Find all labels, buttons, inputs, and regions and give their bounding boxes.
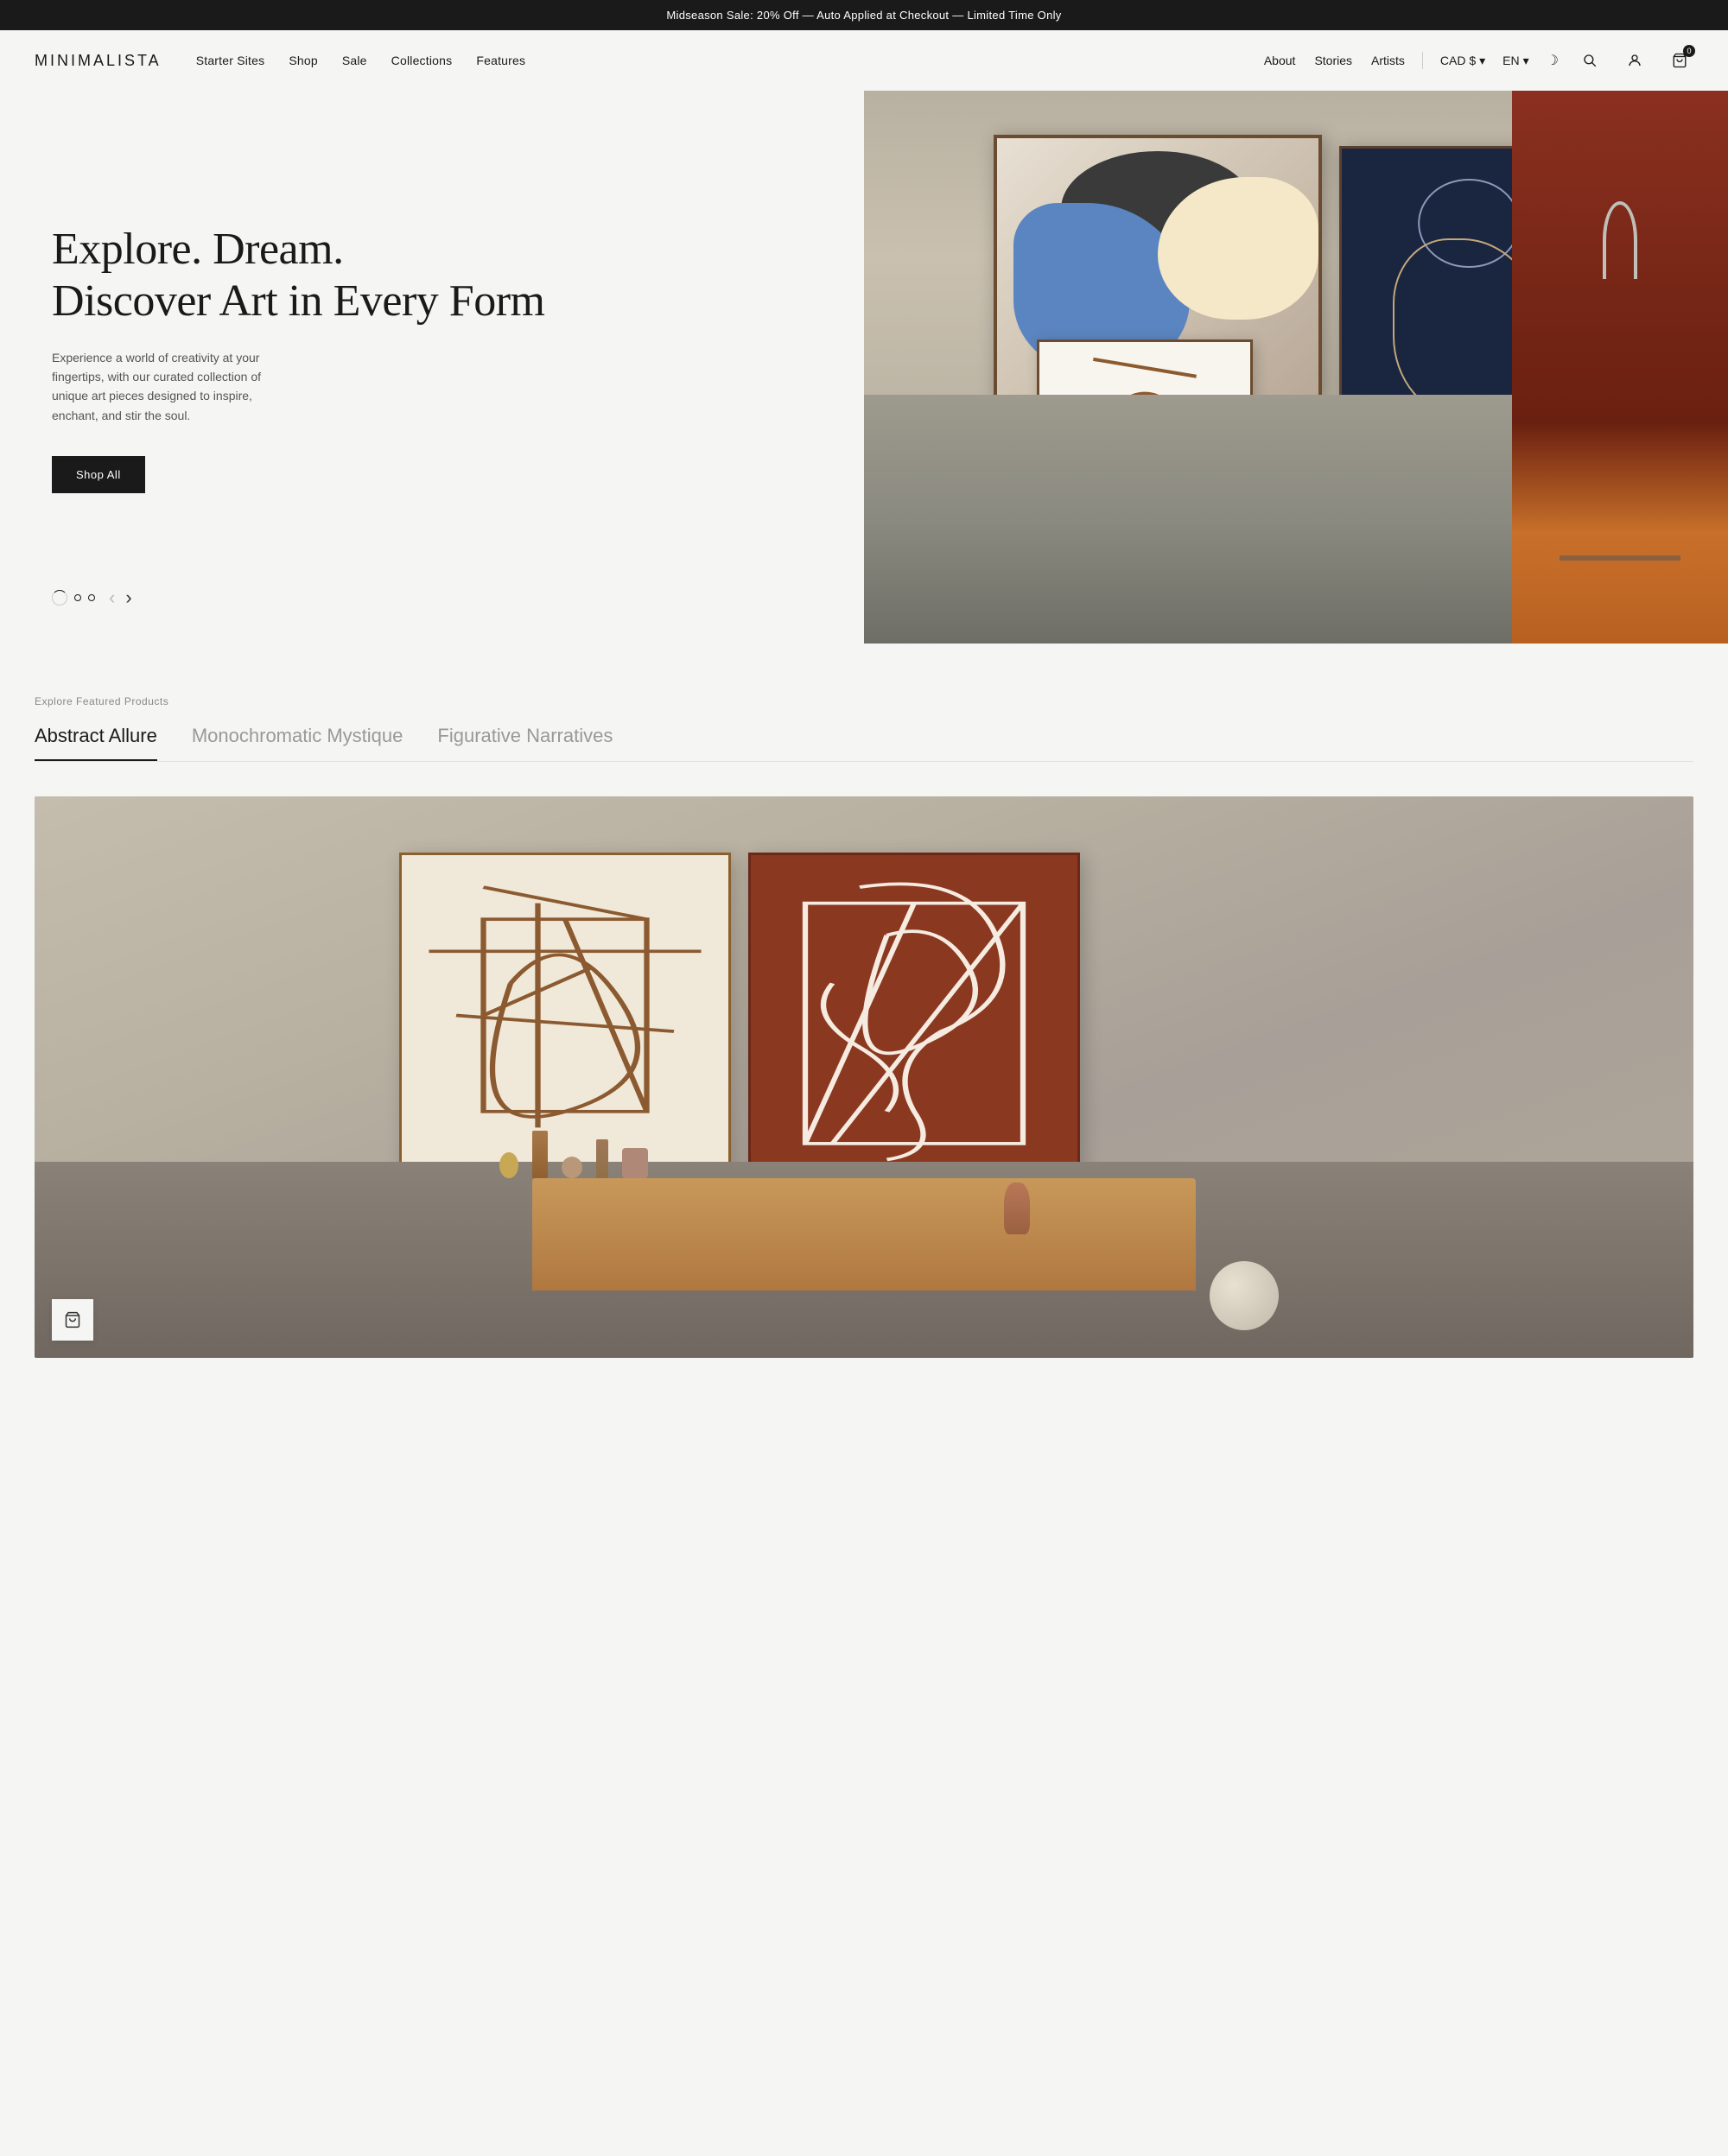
search-button[interactable] [1576,47,1604,74]
language-selector[interactable]: EN ▾ [1502,54,1528,68]
user-icon [1627,53,1642,68]
moon-icon: ☽ [1547,54,1559,68]
dark-mode-button[interactable]: ☽ [1547,52,1559,69]
nav-sale[interactable]: Sale [342,54,367,67]
slide-loader [52,590,67,606]
products-section: Explore Featured Products Abstract Allur… [0,644,1728,1410]
nav-collections[interactable]: Collections [391,54,453,67]
hero-image [864,91,1728,644]
hero-arrows: ‹ › [109,587,132,609]
cart-count: 0 [1683,45,1695,57]
currency-chevron-icon: ▾ [1479,54,1485,68]
slide-dot-2[interactable] [88,594,95,601]
display-objects [499,1131,648,1178]
secondary-nav: About Stories Artists [1264,54,1405,67]
header-right: About Stories Artists CAD $ ▾ EN ▾ ☽ [1264,47,1693,74]
next-slide-button[interactable]: › [125,587,131,609]
search-icon [1582,53,1598,68]
nav-about[interactable]: About [1264,54,1296,67]
section-label: Explore Featured Products [35,695,1693,707]
nav-features[interactable]: Features [476,54,525,67]
logo[interactable]: MINIMALISTA [35,52,162,70]
account-button[interactable] [1621,47,1649,74]
chevron-right-icon: › [125,587,131,609]
cart-corner-button[interactable] [52,1299,93,1341]
hero-title: Explore. Dream. Discover Art in Every Fo… [52,224,812,327]
hero-subtitle: Experience a world of creativity at your… [52,348,294,426]
announcement-text: Midseason Sale: 20% Off — Auto Applied a… [666,9,1061,22]
tab-abstract-allure[interactable]: Abstract Allure [35,725,157,761]
tab-figurative-narratives[interactable]: Figurative Narratives [437,725,613,761]
lang-chevron-icon: ▾ [1523,54,1529,68]
nav-stories[interactable]: Stories [1314,54,1352,67]
cart-button[interactable]: 0 [1666,47,1693,74]
language-label: EN [1502,54,1519,67]
nav-starter-sites[interactable]: Starter Sites [196,54,265,67]
featured-collection-image [35,796,1693,1358]
collection-tabs: Abstract Allure Monochromatic Mystique F… [35,725,1693,762]
hero-dots [52,590,95,606]
nav-shop[interactable]: Shop [289,54,318,67]
prev-slide-button[interactable]: ‹ [109,587,115,609]
slide-dot-1[interactable] [74,594,81,601]
hero-content: Explore. Dream. Discover Art in Every Fo… [0,91,864,644]
shop-all-button[interactable]: Shop All [52,456,145,493]
header-left: MINIMALISTA Starter Sites Shop Sale Coll… [35,52,525,70]
hero-section: Explore. Dream. Discover Art in Every Fo… [0,91,1728,644]
site-header: MINIMALISTA Starter Sites Shop Sale Coll… [0,30,1728,91]
currency-label: CAD $ [1440,54,1476,67]
nav-artists[interactable]: Artists [1371,54,1405,67]
hero-controls: ‹ › [52,587,132,609]
announcement-bar: Midseason Sale: 20% Off — Auto Applied a… [0,0,1728,30]
header-divider [1422,52,1423,69]
main-nav: Starter Sites Shop Sale Collections Feat… [196,54,526,67]
currency-selector[interactable]: CAD $ ▾ [1440,54,1485,68]
tab-monochromatic-mystique[interactable]: Monochromatic Mystique [192,725,403,761]
chevron-left-icon: ‹ [109,587,115,609]
shopping-bag-icon [64,1311,81,1328]
